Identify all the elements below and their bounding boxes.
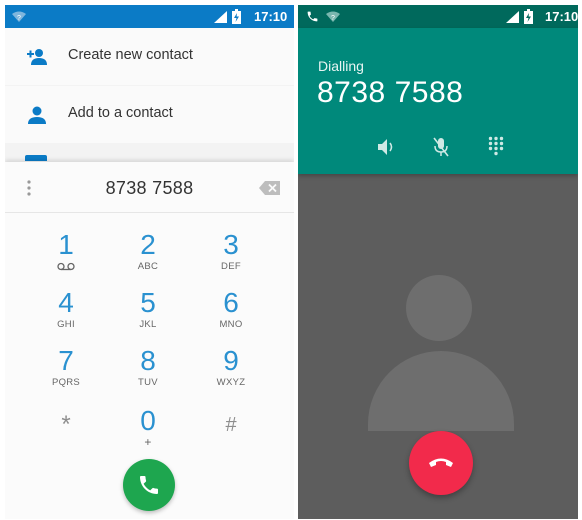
battery-icon [232, 9, 241, 24]
partial-list-icon [25, 155, 47, 161]
phone-icon [140, 476, 158, 494]
key-9[interactable]: 9 WXYZ [196, 345, 266, 389]
key-2[interactable]: 2 ABC [113, 229, 183, 273]
key-letters: WXYZ [216, 377, 246, 388]
end-call-button[interactable] [409, 431, 473, 495]
signal-icon [506, 11, 519, 23]
key-digit: * [61, 411, 71, 438]
call-button[interactable] [123, 459, 175, 511]
key-star[interactable]: * [31, 410, 101, 440]
add-to-contact-item[interactable]: Add to a contact [5, 86, 294, 143]
contact-avatar-body [368, 351, 514, 431]
key-0[interactable]: 0 + [113, 405, 183, 450]
voicemail-icon [57, 262, 75, 271]
call-status-icon [307, 11, 318, 22]
key-1[interactable]: 1 [31, 230, 101, 271]
dialed-digits[interactable]: 8738 7588 [5, 178, 294, 199]
key-letters: MNO [219, 319, 243, 330]
in-call-screen: ? 17:10 Dialling 8738 7588 [298, 5, 578, 519]
key-digit: 1 [58, 229, 74, 260]
key-letters: PQRS [51, 377, 81, 388]
key-digit: 3 [223, 229, 239, 260]
key-letters: ABC [137, 261, 159, 272]
key-letters: + [144, 435, 152, 449]
dialpad-icon[interactable] [488, 136, 504, 156]
svg-text:?: ? [17, 15, 21, 22]
call-number: 8738 7588 [317, 76, 464, 109]
key-7[interactable]: 7 PQRS [31, 345, 101, 389]
svg-text:?: ? [331, 15, 335, 22]
contact-avatar-head [406, 275, 472, 341]
wifi-icon: ? [326, 11, 340, 22]
key-letters: JKL [139, 319, 157, 330]
signal-icon [214, 11, 227, 23]
mute-microphone-icon[interactable] [432, 136, 450, 158]
key-6[interactable]: 6 MNO [196, 287, 266, 331]
speaker-icon[interactable] [377, 138, 397, 156]
key-digit: 9 [223, 345, 239, 376]
key-digit: 8 [140, 345, 156, 376]
wifi-icon: ? [12, 11, 26, 22]
status-bar: ? 17:10 [5, 5, 294, 28]
key-digit: # [225, 414, 237, 436]
person-icon [28, 106, 46, 124]
status-time: 17:10 [254, 9, 288, 24]
dialer-screen: ? 17:10 Create new contact Add to a cont… [5, 5, 294, 519]
key-digit: 7 [58, 345, 74, 376]
status-bar: ? 17:10 [298, 5, 578, 28]
key-letters: GHI [57, 319, 75, 330]
key-letters: DEF [221, 261, 241, 272]
key-digit: 5 [140, 287, 156, 318]
key-digit: 4 [58, 287, 74, 318]
key-digit: 2 [140, 229, 156, 260]
key-digit: 6 [223, 287, 239, 318]
key-4[interactable]: 4 GHI [31, 287, 101, 331]
battery-icon [524, 9, 533, 24]
key-digit: 0 [140, 405, 156, 436]
add-person-icon [27, 49, 47, 65]
call-header: Dialling 8738 7588 [298, 28, 578, 174]
hang-up-icon [429, 458, 453, 467]
key-hash[interactable]: # [196, 410, 266, 440]
key-3[interactable]: 3 DEF [196, 229, 266, 273]
key-letters: TUV [138, 377, 158, 388]
digits-bar: 8738 7588 [5, 162, 294, 213]
create-new-contact-item[interactable]: Create new contact [5, 28, 294, 85]
dialpad: 8738 7588 1 2 ABC 3 DEF 4 GHI 5 JKL 6 MN… [5, 162, 294, 519]
create-new-contact-label: Create new contact [68, 47, 193, 63]
status-time: 17:10 [545, 9, 578, 24]
add-to-contact-label: Add to a contact [68, 105, 173, 121]
key-5[interactable]: 5 JKL [113, 287, 183, 331]
backspace-icon[interactable] [259, 181, 280, 195]
key-8[interactable]: 8 TUV [113, 345, 183, 389]
call-state: Dialling [318, 58, 364, 74]
